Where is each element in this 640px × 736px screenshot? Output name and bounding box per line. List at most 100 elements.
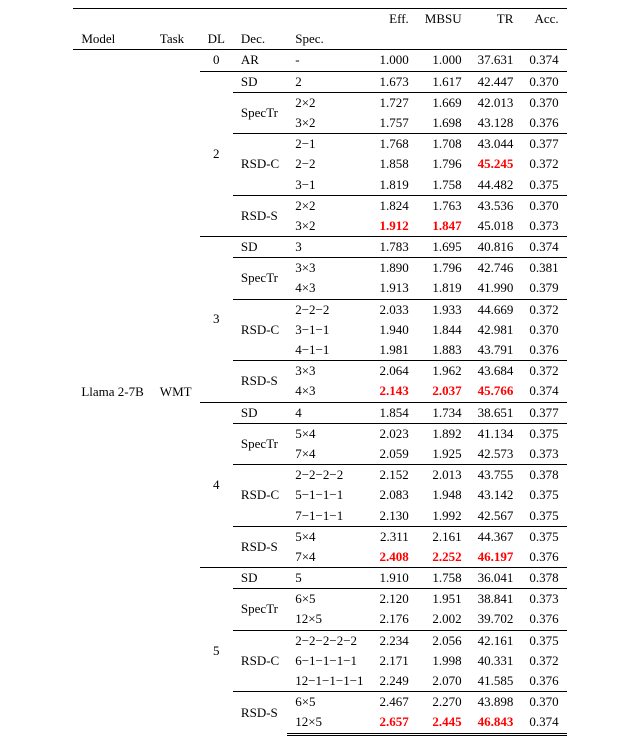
cell-dec: RSD-C (233, 134, 287, 196)
cell-dec: SD (233, 71, 287, 92)
cell-tr: 46.843 (478, 714, 514, 729)
cell-mbsu: 1.998 (432, 653, 461, 668)
cell-spec: 3 (295, 239, 302, 254)
cell-spec: 5×4 (295, 426, 315, 441)
table-body: Llama 2-7BWMT0AR-1.0001.00037.6310.3742S… (73, 50, 566, 734)
cell-spec: 4 (295, 405, 302, 420)
cell-tr: 42.573 (478, 446, 514, 461)
cell-eff: 1.673 (380, 74, 409, 89)
cell-tr: 42.447 (478, 74, 514, 89)
cell-eff: 2.033 (380, 302, 409, 317)
cell-tr: 42.013 (478, 95, 514, 110)
cell-mbsu: 1.763 (432, 198, 461, 213)
results-table: Eff. MBSU TR Acc. Model Task DL Dec. Spe… (73, 8, 566, 736)
cell-mbsu: 1.708 (432, 136, 461, 151)
cell-mbsu: 1.669 (432, 95, 461, 110)
cell-mbsu: 1.847 (432, 218, 461, 233)
cell-tr: 39.702 (478, 611, 514, 626)
cell-tr: 40.816 (478, 239, 514, 254)
cell-tr: 36.041 (478, 570, 514, 585)
cell-acc: 0.375 (529, 633, 558, 648)
cell-dec: RSD-S (233, 195, 287, 236)
cell-mbsu: 1.948 (432, 487, 461, 502)
cell-mbsu: 1.819 (432, 280, 461, 295)
cell-spec: 2×2 (295, 95, 315, 110)
cell-mbsu: 1.992 (432, 508, 461, 523)
col-spec: Spec. (287, 29, 371, 50)
col-model: Model (73, 29, 151, 50)
col-dec (233, 9, 287, 30)
cell-dec: AR (233, 50, 287, 71)
cell-spec: 2−2−2 (295, 302, 329, 317)
col-eff: Eff. (372, 9, 417, 30)
cell-spec: 2−1 (295, 136, 315, 151)
cell-eff: 1.913 (380, 280, 409, 295)
cell-mbsu: 2.161 (432, 529, 461, 544)
cell-spec: 3×3 (295, 260, 315, 275)
cell-acc: 0.379 (529, 280, 558, 295)
cell-tr: 38.651 (478, 405, 514, 420)
cell-acc: 0.377 (529, 136, 558, 151)
cell-mbsu: 2.056 (432, 633, 461, 648)
cell-eff: 1.910 (380, 570, 409, 585)
cell-acc: 0.373 (529, 218, 558, 233)
cell-eff: 1.940 (380, 322, 409, 337)
cell-spec: 7×4 (295, 549, 315, 564)
cell-acc: 0.372 (529, 653, 558, 668)
cell-eff: 2.408 (380, 549, 409, 564)
cell-mbsu: 2.013 (432, 467, 461, 482)
cell-dec: SpecTr (233, 92, 287, 133)
cell-spec: - (295, 52, 299, 67)
cell-spec: 6×5 (295, 694, 315, 709)
cell-mbsu: 2.002 (432, 611, 461, 626)
cell-tr: 45.766 (478, 383, 514, 398)
col-dl: DL (200, 29, 233, 50)
cell-eff: 2.311 (380, 529, 409, 544)
cell-tr: 40.331 (478, 653, 514, 668)
cell-eff: 2.467 (380, 694, 409, 709)
cell-acc: 0.378 (529, 570, 558, 585)
cell-acc: 0.381 (529, 260, 558, 275)
cell-mbsu: 2.070 (432, 673, 461, 688)
col-dl (200, 9, 233, 30)
cell-mbsu: 1.883 (432, 342, 461, 357)
cell-eff: 2.234 (380, 633, 409, 648)
cell-tr: 42.981 (478, 322, 514, 337)
col-mbsu: MBSU (417, 9, 470, 30)
cell-dl: 5 (200, 568, 233, 735)
cell-acc: 0.370 (529, 95, 558, 110)
cell-acc: 0.372 (529, 156, 558, 171)
cell-spec: 12×5 (295, 611, 322, 626)
cell-mbsu: 2.270 (432, 694, 461, 709)
cell-mbsu: 2.445 (432, 714, 461, 729)
cell-acc: 0.374 (529, 52, 558, 67)
cell-spec: 2−2−2−2 (295, 467, 343, 482)
cell-acc: 0.376 (529, 673, 558, 688)
cell-tr: 37.631 (478, 52, 514, 67)
cell-acc: 0.373 (529, 591, 558, 606)
cell-acc: 0.376 (529, 611, 558, 626)
col-model (73, 9, 151, 30)
cell-dec: SpecTr (233, 423, 287, 464)
cell-acc: 0.374 (529, 239, 558, 254)
cell-eff: 2.059 (380, 446, 409, 461)
cell-acc: 0.375 (529, 487, 558, 502)
cell-dec: RSD-S (233, 692, 287, 734)
cell-spec: 3−1−1 (295, 322, 329, 337)
cell-tr: 43.898 (478, 694, 514, 709)
cell-eff: 1.854 (380, 405, 409, 420)
cell-dec: RSD-S (233, 526, 287, 567)
cell-eff: 1.981 (380, 342, 409, 357)
cell-tr: 43.536 (478, 198, 514, 213)
cell-acc: 0.372 (529, 302, 558, 317)
cell-mbsu: 1.951 (432, 591, 461, 606)
cell-tr: 43.044 (478, 136, 514, 151)
cell-tr: 41.990 (478, 280, 514, 295)
cell-tr: 44.482 (478, 177, 514, 192)
cell-tr: 44.669 (478, 302, 514, 317)
cell-spec: 5 (295, 570, 302, 585)
cell-tr: 45.245 (478, 156, 514, 171)
cell-acc: 0.374 (529, 714, 558, 729)
cell-acc: 0.376 (529, 342, 558, 357)
cell-mbsu: 1.758 (432, 177, 461, 192)
